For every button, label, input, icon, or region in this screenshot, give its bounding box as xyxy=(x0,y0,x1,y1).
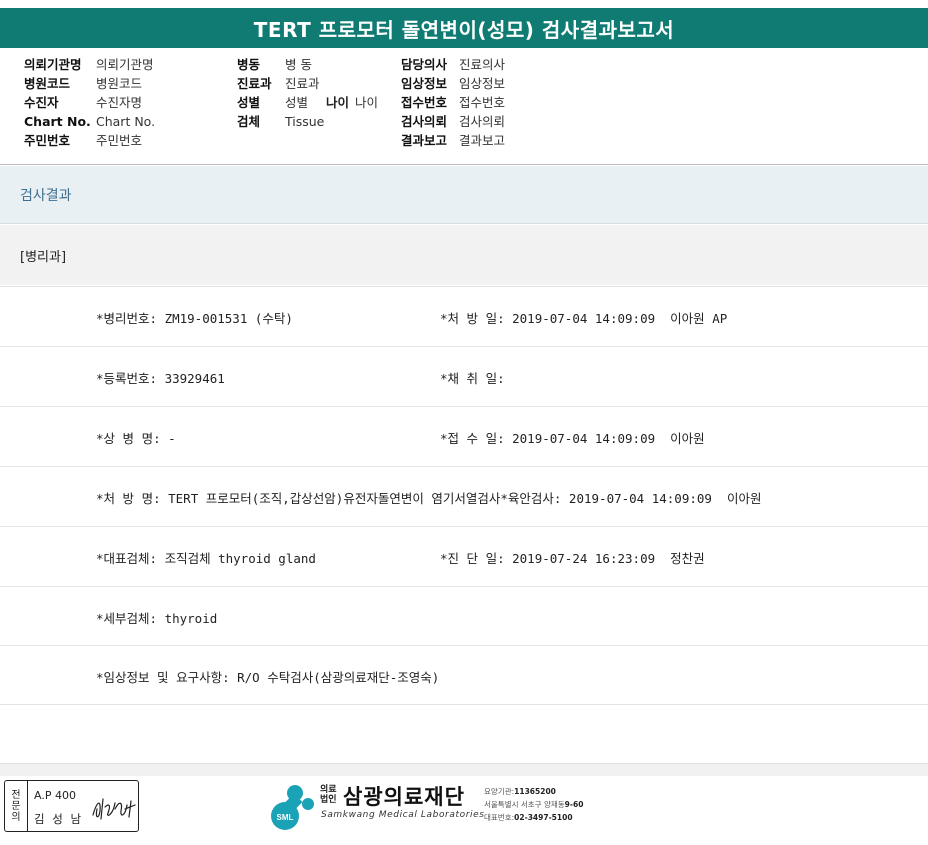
result-left: *임상정보 및 요구사항: R/O 수탁검사(삼광의료재단-조영숙) xyxy=(96,669,440,685)
subsection-title: [병리과] xyxy=(0,225,928,285)
age-value: 나이 xyxy=(355,95,379,110)
result-left: *대표검체: 조직검체 thyroid gland xyxy=(96,550,316,566)
result-left: *처 방 명: TERT 프로모터(조직,갑상선암)유전자돌연변이 염기서열검사… xyxy=(96,490,762,506)
org-info-row: 대표번호: 02-3497-5100 xyxy=(484,811,583,824)
signature-image xyxy=(92,798,136,820)
result-row: *처 방 명: TERT 프로모터(조직,갑상선암)유전자돌연변이 염기서열검사… xyxy=(0,466,928,527)
hospital-code-label: 병원코드 xyxy=(24,76,71,91)
result-row: *세부검체: thyroid xyxy=(0,586,928,647)
stamp-vertical-label: 전 문 의 xyxy=(5,781,28,831)
org-info-key: 대표번호: xyxy=(484,813,515,822)
org-info-key: 서울특별시 서초구 양재동 xyxy=(484,800,565,809)
results-bottom-divider xyxy=(0,704,928,705)
result-right: *처 방 일: 2019-07-04 14:09:09 이아원 AP xyxy=(440,310,728,326)
sex-label: 성별 xyxy=(237,95,261,110)
department-value: 진료과 xyxy=(285,76,320,91)
chart-no-label: Chart No. xyxy=(24,114,91,129)
result-report-value: 결과보고 xyxy=(459,133,506,148)
stamp-char: 의 xyxy=(11,811,21,823)
logo-text: SML xyxy=(277,813,294,822)
organization-info: 요양기관: 11365200 서울특별시 서초구 양재동 9-60 대표번호: 02… xyxy=(484,785,583,824)
header-row-hospital-code: 병원코드 병원코드 xyxy=(24,74,155,93)
header-row-test-request: 검사의뢰 검사의뢰 xyxy=(401,112,505,131)
organization-name: 삼광의료재단 xyxy=(343,785,465,809)
header-row-department: 진료과 진료과 xyxy=(237,74,378,93)
header-row-patient: 수진자 수진자명 xyxy=(24,93,155,112)
header-row-resident-no: 주민번호 주민번호 xyxy=(24,131,155,150)
result-right: *접 수 일: 2019-07-04 14:09:09 이아원 xyxy=(440,430,705,446)
pathologist-stamp: 전 문 의 A.P 400 김 성 남 xyxy=(4,780,139,832)
resident-no-value: 주민번호 xyxy=(96,133,143,148)
org-info-value: 9-60 xyxy=(564,800,584,809)
result-row: *병리번호: ZM19-001531 (수탁) *처 방 일: 2019-07-… xyxy=(0,286,928,347)
header-row-ward: 병동 병 동 xyxy=(237,55,378,74)
chart-no-value: Chart No. xyxy=(96,114,156,129)
result-row: *대표검체: 조직검체 thyroid gland *진 단 일: 2019-0… xyxy=(0,526,928,587)
stamp-pathologist-name: 김 성 남 xyxy=(34,812,84,826)
header-row-reception-no: 접수번호 접수번호 xyxy=(401,93,505,112)
header-row-institution: 의뢰기관명 의뢰기관명 xyxy=(24,55,155,74)
result-left: *상 병 명: - xyxy=(96,430,176,446)
org-info-value: 02-3497-5100 xyxy=(514,813,573,822)
org-info-value: 11365200 xyxy=(514,787,556,796)
header-info-col2: 병동 병 동 진료과 진료과 성별 성별 나이 나이 검체 Tissue xyxy=(237,55,378,131)
hospital-code-value: 병원코드 xyxy=(96,76,143,91)
institution-label: 의뢰기관명 xyxy=(24,57,82,72)
stamp-char: 전 xyxy=(11,789,21,801)
legal-entity-label: 의료 법인 xyxy=(320,785,337,805)
specimen-value: Tissue xyxy=(285,114,325,129)
header-row-result-report: 결과보고 결과보고 xyxy=(401,131,505,150)
header-info-col1: 의뢰기관명 의뢰기관명 병원코드 병원코드 수진자 수진자명 Chart No. Cha… xyxy=(24,55,155,150)
clinical-info-value: 임상정보 xyxy=(459,76,506,91)
specimen-label: 검체 xyxy=(237,114,261,129)
report-title: TERT 프로모터 돌연변이(성모) 검사결과보고서 xyxy=(0,8,928,48)
result-left: *병리번호: ZM19-001531 (수탁) xyxy=(96,310,293,326)
org-info-key: 요양기관: xyxy=(484,787,515,796)
reception-no-label: 접수번호 xyxy=(401,95,448,110)
result-right: *진 단 일: 2019-07-24 16:23:09 정찬권 xyxy=(440,550,705,566)
result-row: *임상정보 및 요구사항: R/O 수탁검사(삼광의료재단-조영숙) xyxy=(0,645,928,706)
institution-value: 의뢰기관명 xyxy=(96,57,154,72)
header-row-sex-age: 성별 성별 나이 나이 xyxy=(237,93,378,112)
stamp-ap-number: A.P 400 xyxy=(34,789,76,802)
result-row: *등록번호: 33929461 *채 취 일: xyxy=(0,346,928,407)
organization-name-en: Samkwang Medical Laboratories xyxy=(321,810,485,820)
patient-label: 수진자 xyxy=(24,95,59,110)
section-title: 검사결과 xyxy=(0,166,928,224)
header-divider xyxy=(0,164,928,165)
header-row-specimen: 검체 Tissue xyxy=(237,112,378,131)
result-report-label: 결과보고 xyxy=(401,133,448,148)
age-label: 나이 xyxy=(326,95,350,110)
ward-value: 병 동 xyxy=(285,57,312,72)
doctor-label: 담당의사 xyxy=(401,57,448,72)
result-row: *상 병 명: - *접 수 일: 2019-07-04 14:09:09 이아… xyxy=(0,406,928,467)
doctor-value: 진료의사 xyxy=(459,57,506,72)
resident-no-label: 주민번호 xyxy=(24,133,71,148)
footer-band xyxy=(0,763,928,776)
result-left: *세부검체: thyroid xyxy=(96,610,218,626)
stamp-char: 문 xyxy=(11,800,21,812)
sml-logo-icon: SML xyxy=(271,785,314,830)
test-request-value: 검사의뢰 xyxy=(459,114,506,129)
legal-line: 의료 xyxy=(320,785,337,795)
sex-value: 성별 xyxy=(285,95,309,110)
department-label: 진료과 xyxy=(237,76,272,91)
header-info-col3: 담당의사 진료의사 임상정보 임상정보 접수번호 접수번호 검사의뢰 검사의뢰 결과보고… xyxy=(401,55,505,150)
result-left: *등록번호: 33929461 xyxy=(96,370,225,386)
patient-value: 수진자명 xyxy=(96,95,143,110)
header-row-clinical-info: 임상정보 임상정보 xyxy=(401,74,505,93)
org-info-row: 요양기관: 11365200 xyxy=(484,785,583,798)
test-request-label: 검사의뢰 xyxy=(401,114,448,129)
clinical-info-label: 임상정보 xyxy=(401,76,448,91)
legal-line: 법인 xyxy=(320,795,337,805)
header-row-doctor: 담당의사 진료의사 xyxy=(401,55,505,74)
reception-no-value: 접수번호 xyxy=(459,95,506,110)
result-right: *채 취 일: xyxy=(440,370,505,386)
ward-label: 병동 xyxy=(237,57,261,72)
header-row-chart-no: Chart No. Chart No. xyxy=(24,112,155,131)
org-info-row: 서울특별시 서초구 양재동 9-60 xyxy=(484,798,583,811)
